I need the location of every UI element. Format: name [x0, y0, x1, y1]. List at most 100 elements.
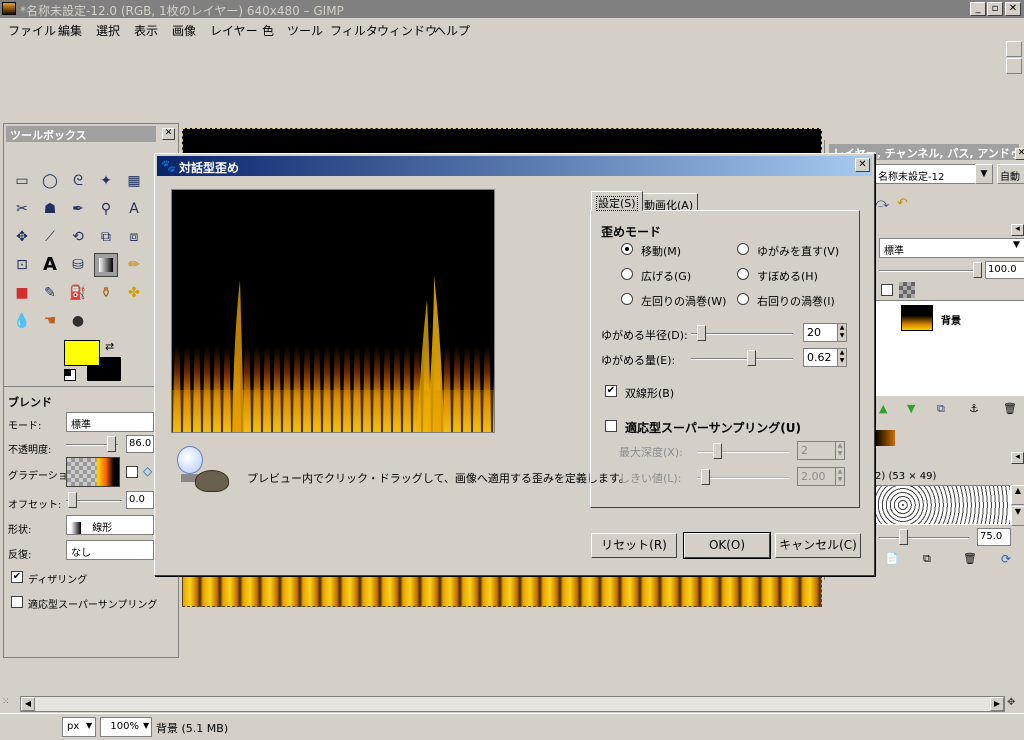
supersample-checkbox[interactable] [605, 420, 617, 432]
tab-animate[interactable]: 動画化(A) [639, 193, 699, 212]
menu-tools[interactable]: ツール [287, 22, 323, 39]
image-canvas-bottom[interactable] [182, 575, 822, 607]
delete-brush-icon[interactable]: 🗑 [963, 552, 977, 565]
perspective-icon[interactable]: ⊡ [10, 253, 34, 277]
shear-icon[interactable]: ⧈ [122, 225, 146, 249]
gradient-reverse-checkbox[interactable] [126, 466, 138, 478]
blur-icon[interactable]: 💧 [10, 309, 34, 333]
delete-layer-icon[interactable]: 🗑 [1003, 402, 1017, 415]
tab-settings[interactable]: 設定(S) [591, 191, 643, 211]
lock-alpha-checkbox[interactable] [881, 284, 893, 296]
move-icon[interactable]: ✥ [10, 225, 34, 249]
max-depth-spin-arrows[interactable]: ▲ ▼ [835, 441, 845, 460]
layer-opacity-thumb[interactable] [973, 262, 982, 278]
layer-opacity-value[interactable]: 100.0 [985, 261, 1024, 279]
minimize-button[interactable]: _ [970, 2, 986, 16]
radius-slider-track[interactable] [691, 333, 793, 335]
fuzzy-select-icon[interactable]: ✦ [94, 169, 118, 193]
menu-windows[interactable]: ウィンドウ [377, 22, 437, 39]
blend-tool-icon[interactable] [94, 253, 118, 277]
amount-slider-thumb[interactable] [747, 350, 756, 366]
auto-button[interactable]: 自動 [997, 164, 1024, 184]
close-button[interactable]: ✕ [1005, 2, 1021, 16]
menu-file[interactable]: ファイル [8, 22, 56, 39]
menu-help[interactable]: ヘルプ [434, 22, 470, 39]
brush-spacing-track[interactable] [879, 537, 969, 539]
duplicate-layer-icon[interactable]: ⧉ [937, 402, 945, 416]
horizontal-scrollbar[interactable]: ◀ ▶ [20, 696, 1005, 712]
foreground-color-swatch[interactable] [64, 340, 100, 366]
brush-scroll-down[interactable]: ▼ [1011, 506, 1024, 526]
rect-select-icon[interactable]: ▭ [10, 169, 34, 193]
dialog-close-button[interactable]: ✕ [855, 158, 870, 172]
toolbox-close-icon[interactable]: ✕ [162, 128, 175, 140]
mode-select[interactable]: 標準 [66, 412, 154, 432]
scissors-icon[interactable]: ✂ [10, 197, 34, 221]
scroll-left-button[interactable]: ◀ [21, 697, 35, 711]
clone-icon[interactable]: ✤ [122, 281, 146, 305]
layer-name[interactable]: 背景 [941, 312, 961, 327]
offset-slider-thumb[interactable] [68, 492, 77, 508]
smudge-icon[interactable]: ☚ [38, 309, 62, 333]
bilinear-checkbox[interactable]: ✔ [605, 385, 617, 397]
adaptive-supersampling-checkbox[interactable] [11, 596, 23, 608]
menu-edit[interactable]: 編集 [58, 22, 82, 39]
dither-checkbox[interactable]: ✔ [11, 571, 23, 583]
airbrush-icon[interactable]: ⛽ [66, 281, 90, 305]
swap-colors-icon[interactable]: ⇄ [105, 340, 114, 353]
quick-mask-icon[interactable]: ⁙ [2, 697, 18, 711]
warp-preview[interactable] [171, 189, 495, 433]
color-select-icon[interactable]: ▦ [122, 169, 146, 193]
ink-icon[interactable]: ⚱ [94, 281, 118, 305]
ellipse-select-icon[interactable]: ◯ [38, 169, 62, 193]
offset-value[interactable]: 0.0 [126, 491, 154, 509]
opacity-value[interactable]: 86.0 [126, 435, 154, 453]
mode-grow-radio[interactable] [621, 268, 633, 280]
mode-move-radio[interactable] [621, 243, 633, 255]
default-colors-icon[interactable] [64, 369, 76, 381]
shape-select[interactable]: 線形 [66, 515, 154, 535]
brush-spacing-value[interactable]: 75.0 [977, 528, 1011, 546]
threshold-spin[interactable]: 2.00 [797, 467, 837, 486]
threshold-spin-arrows[interactable]: ▲ ▼ [835, 467, 845, 486]
gradient-tab-icon[interactable] [875, 430, 895, 446]
refresh-brushes-icon[interactable]: ⟳ [1001, 552, 1011, 566]
threshold-slider-thumb[interactable] [701, 469, 710, 485]
eraser-icon[interactable]: ✎ [38, 281, 62, 305]
brush-spacing-thumb[interactable] [899, 529, 908, 545]
raise-layer-icon[interactable]: ▲ [879, 402, 887, 415]
free-select-icon[interactable]: ᘓ [66, 169, 90, 193]
max-depth-spin[interactable]: 2 [797, 441, 837, 460]
scroll-right-button[interactable]: ▶ [990, 697, 1004, 711]
menu-image[interactable]: 画像 [172, 22, 196, 39]
fire-preview-image[interactable] [172, 190, 494, 432]
opacity-slider-thumb[interactable] [106, 436, 116, 452]
radius-slider-thumb[interactable] [697, 325, 706, 341]
reset-button[interactable]: リセット(R) [591, 533, 677, 558]
menu-select[interactable]: 選択 [96, 22, 120, 39]
image-select-arrow-icon[interactable]: ▼ [975, 164, 993, 184]
new-brush-icon[interactable]: 📄 [885, 552, 899, 565]
lower-layer-icon[interactable]: ▼ [907, 402, 915, 415]
mode-swirl-cw-radio[interactable] [737, 293, 749, 305]
gradient-preview-button[interactable] [66, 457, 120, 487]
color-picker-icon[interactable]: ⚲ [94, 197, 118, 221]
bucket-fill-icon[interactable]: ⛁ [66, 253, 90, 277]
anchor-layer-icon[interactable]: ⚓ [969, 402, 979, 415]
duplicate-brush-icon[interactable]: ⧉ [923, 552, 931, 566]
mode-shrink-radio[interactable] [737, 268, 749, 280]
dock-close-icon[interactable]: ✕ [1015, 148, 1024, 160]
layer-mode-select[interactable]: 標準 [879, 238, 1024, 258]
zoom-to-fit-button[interactable] [1006, 58, 1022, 74]
max-depth-slider-track[interactable] [697, 451, 789, 453]
layer-opacity-track[interactable] [879, 270, 979, 272]
text-tool-icon[interactable]: A [38, 253, 62, 277]
menu-view[interactable]: 表示 [134, 22, 158, 39]
max-depth-slider-thumb[interactable] [713, 443, 722, 459]
navigate-button[interactable] [1006, 41, 1022, 57]
brush-scroll-up[interactable]: ▲ [1011, 485, 1024, 505]
paths-icon[interactable]: ✒ [66, 197, 90, 221]
measure-icon[interactable]: ⟋ [38, 225, 62, 249]
menu-colors[interactable]: 色 [262, 22, 274, 39]
cancel-button[interactable]: キャンセル(C) [775, 533, 861, 558]
